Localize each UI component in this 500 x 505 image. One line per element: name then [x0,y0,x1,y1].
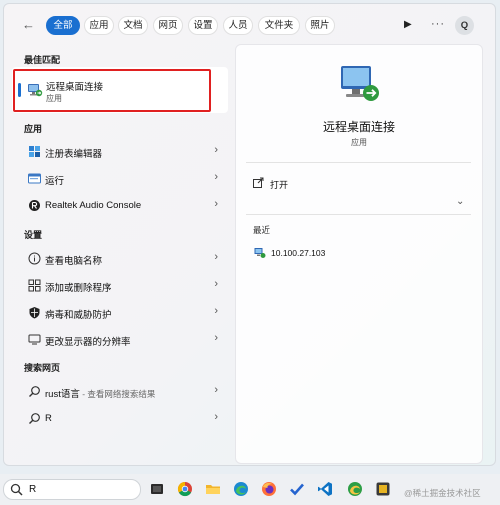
list-item-label: 注册表编辑器 [45,149,103,160]
taskbar-search-input[interactable]: R [3,479,141,500]
list-item-label: rust语言 - 查看网络搜索结果 [45,386,155,400]
divider [246,214,471,215]
realtek-icon [29,200,40,211]
info-icon [28,252,41,265]
play-icon[interactable]: ▶ [404,18,416,32]
chevron-right-icon[interactable]: › [214,305,218,317]
tab-apps[interactable]: 应用 [84,16,114,35]
list-item-run[interactable]: 运行 › [18,167,226,191]
best-match-heading: 最佳匹配 [24,55,61,65]
list-item-label: 添加或删除程序 [45,283,112,294]
chevron-down-icon[interactable]: ⌄ [456,196,464,207]
file-explorer-icon[interactable] [205,481,221,497]
edge-canary-icon[interactable] [347,481,363,497]
vscode-icon[interactable] [317,481,333,497]
list-item-web-r[interactable]: R › [18,407,226,431]
chevron-right-icon[interactable]: › [214,411,218,423]
list-item-display-resolution[interactable]: 更改显示器的分辨率 › [18,328,226,352]
list-item-label: 运行 [45,176,65,187]
settings-heading: 设置 [24,230,43,240]
chevron-right-icon[interactable]: › [214,171,218,183]
search-input-value: R [29,484,37,495]
list-item-add-remove-programs[interactable]: 添加或删除程序 › [18,274,226,298]
list-item-view-pc-name[interactable]: 查看电脑名称 › [18,247,226,271]
chevron-right-icon[interactable]: › [214,278,218,290]
list-item-label: R [45,413,52,424]
todo-icon[interactable] [289,481,305,497]
search-icon [29,386,40,397]
chrome-icon[interactable] [177,481,193,497]
list-item-label: Realtek Audio Console [45,200,142,211]
web-search-heading: 搜索网页 [24,363,61,373]
divider [246,162,471,163]
back-arrow-icon[interactable]: ← [22,17,38,33]
list-item-virus-protection[interactable]: 病毒和威胁防护 › [18,301,226,325]
tab-settings[interactable]: 设置 [188,16,218,35]
detail-title: 远程桌面连接 [322,120,395,134]
highlight-outline [13,69,211,112]
web-query-hint: - 查看网络搜索结果 [79,389,156,399]
app-icon[interactable] [375,481,391,497]
watermark: @稀土掘金技术社区 [404,488,481,498]
chevron-right-icon[interactable]: › [214,332,218,344]
remote-desktop-icon [341,66,379,101]
list-item-label: 病毒和威胁防护 [45,310,112,321]
apps-heading: 应用 [24,124,43,134]
list-item-label: 更改显示器的分辨率 [45,337,131,348]
filter-bar: ← 全部 应用 文档 网页 设置 人员 文件夹 照片 ▶ ··· Q [18,14,484,36]
list-item-label: 查看电脑名称 [45,256,103,267]
edge-icon[interactable] [233,481,249,497]
open-external-icon[interactable] [253,177,264,188]
search-icon [10,483,23,496]
tab-documents[interactable]: 文档 [118,16,148,35]
chevron-right-icon[interactable]: › [214,198,218,210]
detail-subtitle: 应用 [351,138,367,147]
chevron-right-icon[interactable]: › [214,144,218,156]
firefox-icon[interactable] [261,481,277,497]
recent-heading: 最近 [253,225,271,235]
open-button[interactable]: 打开 [270,178,288,191]
list-item-web-rust[interactable]: rust语言 - 查看网络搜索结果 › [18,380,226,404]
registry-icon [29,146,40,157]
search-icon [29,413,40,424]
tab-web[interactable]: 网页 [153,16,183,35]
tab-all[interactable]: 全部 [46,16,80,35]
tab-folders[interactable]: 文件夹 [258,16,300,35]
task-view-icon[interactable] [149,481,165,497]
tab-photos[interactable]: 照片 [305,16,335,35]
profile-avatar[interactable]: Q [455,16,474,35]
shield-icon [29,307,40,319]
list-item-registry-editor[interactable]: 注册表编辑器 › [18,140,226,164]
chevron-right-icon[interactable]: › [214,251,218,263]
remote-desktop-icon [254,248,266,258]
tab-people[interactable]: 人员 [223,16,253,35]
more-options-icon[interactable]: ··· [431,18,445,32]
run-icon [28,173,41,184]
list-item-realtek[interactable]: Realtek Audio Console › [18,194,226,218]
recent-item[interactable]: 10.100.27.103 [271,248,325,258]
web-query-text: rust语言 [45,389,80,400]
display-icon [28,334,41,345]
apps-icon [28,279,41,292]
chevron-right-icon[interactable]: › [214,384,218,396]
